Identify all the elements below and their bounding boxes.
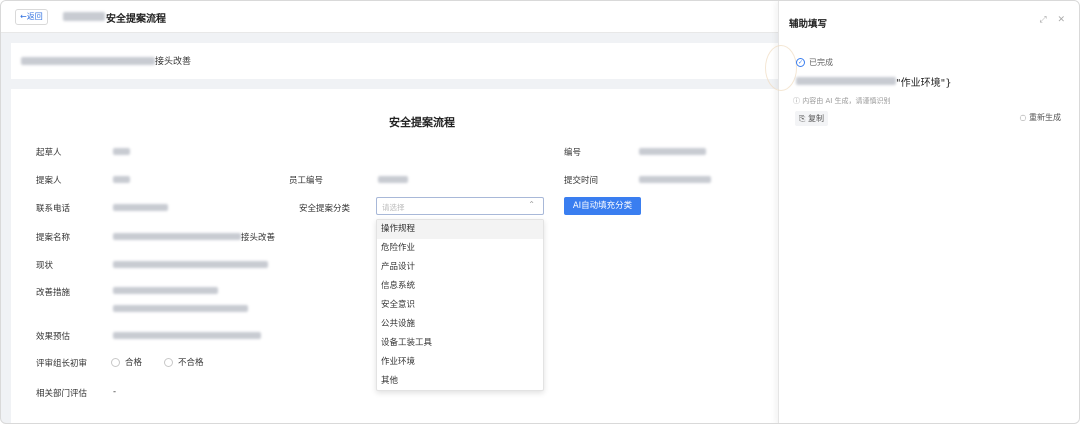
ai-result-text: "作业环境"} xyxy=(896,78,952,89)
completed-label: 已完成 xyxy=(809,58,833,67)
dept-eval-value: - xyxy=(113,387,117,397)
check-circle-icon: ✓ xyxy=(796,58,805,67)
label-submit-time: 提交时间 xyxy=(564,176,599,186)
measures-value-line1 xyxy=(113,287,218,294)
label-proposer: 提案人 xyxy=(36,176,62,186)
phone-value xyxy=(113,204,168,211)
form-card: 安全提案流程 起草人 提案人 联系电话 提案名称 接头改善 现状 改善措施 效果… xyxy=(11,89,778,423)
radio-unqualified[interactable]: 不合格 xyxy=(164,356,204,368)
redacted-summary xyxy=(21,57,155,65)
number-value xyxy=(639,148,706,155)
option-work-environment[interactable]: 作业环境 xyxy=(377,353,543,372)
radio-label: 合格 xyxy=(125,358,143,368)
radio-circle xyxy=(164,357,173,367)
label-dept-eval: 相关部门评估 xyxy=(36,389,88,399)
page-title: 安全提案流程 xyxy=(106,14,166,25)
label-number: 编号 xyxy=(564,148,582,158)
label-effect: 效果预估 xyxy=(36,332,71,342)
proposal-summary-card: 接头改善 xyxy=(11,43,778,79)
label-category: 安全提案分类 xyxy=(299,204,351,214)
form-title: 安全提案流程 xyxy=(389,116,455,129)
ai-disclaimer: ⓘ 内容由 AI 生成，请谨慎识别 xyxy=(793,97,891,105)
category-dropdown: 操作规程 危险作业 产品设计 信息系统 安全意识 公共设施 设备工装工具 作业环… xyxy=(376,219,544,391)
radio-circle xyxy=(111,357,120,367)
effect-value xyxy=(113,332,261,339)
ai-autofill-button[interactable]: AI自动填充分类 xyxy=(564,197,641,215)
radio-qualified[interactable]: 合格 xyxy=(111,356,142,368)
app-window: ←返回 安全提案流程 接头改善 安全提案流程 起草人 提案人 联系电话 提案名称… xyxy=(0,0,1080,424)
expand-close-icons[interactable]: ⤢ ✕ xyxy=(1039,15,1069,25)
option-public-facilities[interactable]: 公共设施 xyxy=(377,315,543,334)
option-other[interactable]: 其他 xyxy=(377,372,543,391)
submit-time-value xyxy=(639,176,711,183)
option-operating-rules[interactable]: 操作规程 xyxy=(377,220,543,239)
option-equipment-tools[interactable]: 设备工装工具 xyxy=(377,334,543,353)
drafter-value xyxy=(113,148,130,155)
status-value xyxy=(113,261,268,268)
label-drafter: 起草人 xyxy=(36,148,62,158)
redacted-title-prefix xyxy=(63,12,105,21)
category-placeholder: 请选择 xyxy=(382,203,405,212)
radio-label: 不合格 xyxy=(178,358,204,368)
measures-value-line2 xyxy=(113,305,248,312)
proposal-name-value: 接头改善 xyxy=(241,233,276,243)
category-select[interactable]: 请选择 ⌃ xyxy=(376,197,544,215)
label-review: 评审组长初审 xyxy=(36,359,88,369)
option-info-system[interactable]: 信息系统 xyxy=(377,277,543,296)
back-button[interactable]: ←返回 xyxy=(15,9,48,25)
assist-panel-title: 辅助填写 xyxy=(789,19,828,30)
summary-text: 接头改善 xyxy=(155,57,192,67)
option-hazardous-work[interactable]: 危险作业 xyxy=(377,239,543,258)
label-employee-id: 员工编号 xyxy=(289,176,324,186)
label-proposal-name: 提案名称 xyxy=(36,233,71,243)
chevron-up-icon: ⌃ xyxy=(528,200,535,209)
completed-status: ✓ 已完成 xyxy=(796,57,833,68)
employee-id-value xyxy=(378,176,408,183)
result-redacted xyxy=(796,77,896,85)
option-safety-awareness[interactable]: 安全意识 xyxy=(377,296,543,315)
label-status: 现状 xyxy=(36,261,54,271)
copy-button[interactable]: ⎘ 复制 xyxy=(795,111,828,126)
seal-watermark xyxy=(765,45,797,91)
label-measures: 改善措施 xyxy=(36,288,71,298)
top-bar: ←返回 安全提案流程 xyxy=(1,1,778,33)
option-product-design[interactable]: 产品设计 xyxy=(377,258,543,277)
proposal-name-redacted xyxy=(113,233,241,240)
proposer-value xyxy=(113,176,130,183)
assist-panel: 辅助填写 ⤢ ✕ ✓ 已完成 "作业环境"} ⓘ 内容由 AI 生成，请谨慎识别… xyxy=(765,1,1079,423)
regenerate-button[interactable]: ◌ 重新生成 xyxy=(1019,112,1061,123)
label-phone: 联系电话 xyxy=(36,204,71,214)
